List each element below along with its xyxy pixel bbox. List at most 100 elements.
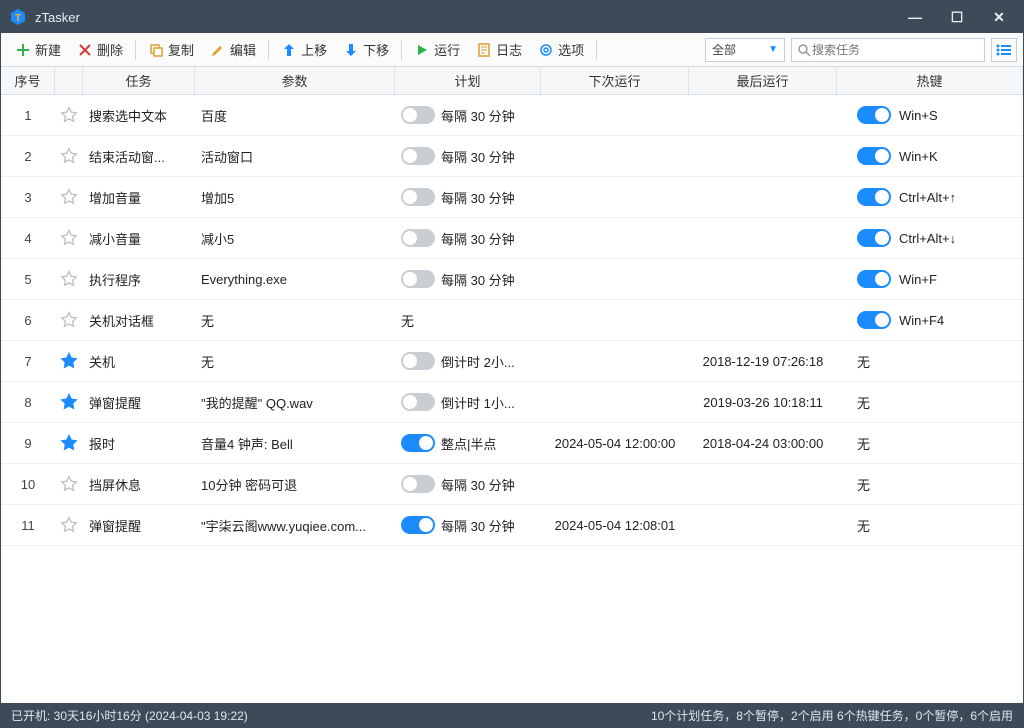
table-row[interactable]: 3增加音量增加5每隔 30 分钟Ctrl+Alt+↑ [1, 177, 1023, 218]
search-input[interactable] [812, 43, 980, 57]
col-hotkey[interactable]: 热键 [837, 67, 1023, 94]
moveup-button[interactable]: 上移 [273, 37, 335, 62]
separator [135, 40, 136, 60]
toggle[interactable] [857, 311, 891, 329]
row-plan: 整点|半点 [395, 434, 541, 453]
maximize-button[interactable]: ☐ [947, 9, 967, 26]
row-plan: 每隔 30 分钟 [395, 147, 541, 166]
new-button[interactable]: 新建 [7, 37, 69, 62]
row-star[interactable] [55, 393, 83, 411]
table-row[interactable]: 11弹窗提醒"宇柒云阁www.yuqiee.com...每隔 30 分钟2024… [1, 505, 1023, 546]
row-param: 减小5 [195, 229, 395, 248]
toggle[interactable] [857, 188, 891, 206]
col-last[interactable]: 最后运行 [689, 67, 837, 94]
toggle[interactable] [401, 434, 435, 452]
status-counters: 10个计划任务，8个暂停，2个启用 6个热键任务，0个暂停，6个启用 [651, 707, 1013, 724]
table-row[interactable]: 2结束活动窗...活动窗口每隔 30 分钟Win+K [1, 136, 1023, 177]
row-plan: 每隔 30 分钟 [395, 475, 541, 494]
run-button[interactable]: 运行 [406, 37, 468, 62]
row-star[interactable] [55, 516, 83, 534]
minimize-button[interactable]: — [905, 9, 925, 26]
search-box[interactable] [791, 38, 985, 62]
edit-button[interactable]: 编辑 [202, 37, 264, 62]
row-plan: 每隔 30 分钟 [395, 106, 541, 125]
toggle[interactable] [857, 106, 891, 124]
row-star[interactable] [55, 270, 83, 288]
row-plan: 无 [395, 311, 541, 330]
delete-button[interactable]: 删除 [69, 37, 131, 62]
toggle[interactable] [401, 106, 435, 124]
options-button[interactable]: 选项 [530, 37, 592, 62]
star-icon[interactable] [60, 352, 78, 370]
star-icon[interactable] [60, 270, 78, 288]
table-row[interactable]: 1搜索选中文本百度每隔 30 分钟Win+S [1, 95, 1023, 136]
row-star[interactable] [55, 434, 83, 452]
row-param: 百度 [195, 106, 395, 125]
table-row[interactable]: 10挡屏休息10分钟 密码可退每隔 30 分钟无 [1, 464, 1023, 505]
toggle[interactable] [401, 393, 435, 411]
row-hotkey: Win+F4 [837, 311, 1023, 329]
star-icon[interactable] [60, 311, 78, 329]
toggle[interactable] [401, 270, 435, 288]
copy-button[interactable]: 复制 [140, 37, 202, 62]
row-star[interactable] [55, 106, 83, 124]
row-param: "我的提醒" QQ.wav [195, 393, 395, 412]
toggle[interactable] [401, 352, 435, 370]
app-window: T zTasker — ☐ ✕ 新建 删除 复制 编辑 上移 [0, 0, 1024, 728]
table-row[interactable]: 6关机对话框无无Win+F4 [1, 300, 1023, 341]
row-task: 关机 [83, 352, 195, 371]
row-star[interactable] [55, 352, 83, 370]
toggle[interactable] [401, 475, 435, 493]
table-row[interactable]: 9报时音量4 钟声: Bell整点|半点2024-05-04 12:00:002… [1, 423, 1023, 464]
log-button[interactable]: 日志 [468, 37, 530, 62]
table-body: 1搜索选中文本百度每隔 30 分钟Win+S2结束活动窗...活动窗口每隔 30… [1, 95, 1023, 703]
col-task[interactable]: 任务 [83, 67, 195, 94]
row-hotkey: Win+S [837, 106, 1023, 124]
row-idx: 9 [1, 436, 55, 451]
row-param: Everything.exe [195, 272, 395, 287]
row-star[interactable] [55, 229, 83, 247]
toggle[interactable] [401, 516, 435, 534]
row-star[interactable] [55, 311, 83, 329]
pencil-icon [210, 42, 226, 58]
toggle[interactable] [857, 229, 891, 247]
row-param: 增加5 [195, 188, 395, 207]
star-icon[interactable] [60, 147, 78, 165]
row-star[interactable] [55, 147, 83, 165]
close-button[interactable]: ✕ [989, 9, 1009, 26]
row-star[interactable] [55, 188, 83, 206]
table-row[interactable]: 5执行程序Everything.exe每隔 30 分钟Win+F [1, 259, 1023, 300]
toggle[interactable] [401, 229, 435, 247]
list-view-button[interactable] [991, 38, 1017, 62]
star-icon[interactable] [60, 229, 78, 247]
row-param: 10分钟 密码可退 [195, 475, 395, 494]
row-star[interactable] [55, 475, 83, 493]
movedown-button[interactable]: 下移 [335, 37, 397, 62]
star-icon[interactable] [60, 434, 78, 452]
copy-icon [148, 42, 164, 58]
filter-select[interactable]: 全部 ▼ [705, 38, 785, 62]
chevron-down-icon: ▼ [768, 44, 778, 55]
toggle[interactable] [401, 188, 435, 206]
table-row[interactable]: 4减小音量减小5每隔 30 分钟Ctrl+Alt+↓ [1, 218, 1023, 259]
row-hotkey: 无 [837, 393, 1023, 412]
col-plan[interactable]: 计划 [395, 67, 541, 94]
star-icon[interactable] [60, 475, 78, 493]
row-plan: 每隔 30 分钟 [395, 229, 541, 248]
app-title: zTasker [35, 10, 905, 25]
toggle[interactable] [401, 147, 435, 165]
table-row[interactable]: 8弹窗提醒"我的提醒" QQ.wav倒计时 1小...2019-03-26 10… [1, 382, 1023, 423]
log-icon [476, 42, 492, 58]
star-icon[interactable] [60, 106, 78, 124]
toggle[interactable] [857, 270, 891, 288]
star-icon[interactable] [60, 188, 78, 206]
toggle[interactable] [857, 147, 891, 165]
star-icon[interactable] [60, 516, 78, 534]
separator [268, 40, 269, 60]
col-next[interactable]: 下次运行 [541, 67, 689, 94]
star-icon[interactable] [60, 393, 78, 411]
col-idx[interactable]: 序号 [1, 67, 55, 94]
table-row[interactable]: 7关机无倒计时 2小...2018-12-19 07:26:18无 [1, 341, 1023, 382]
row-task: 挡屏休息 [83, 475, 195, 494]
col-param[interactable]: 参数 [195, 67, 395, 94]
